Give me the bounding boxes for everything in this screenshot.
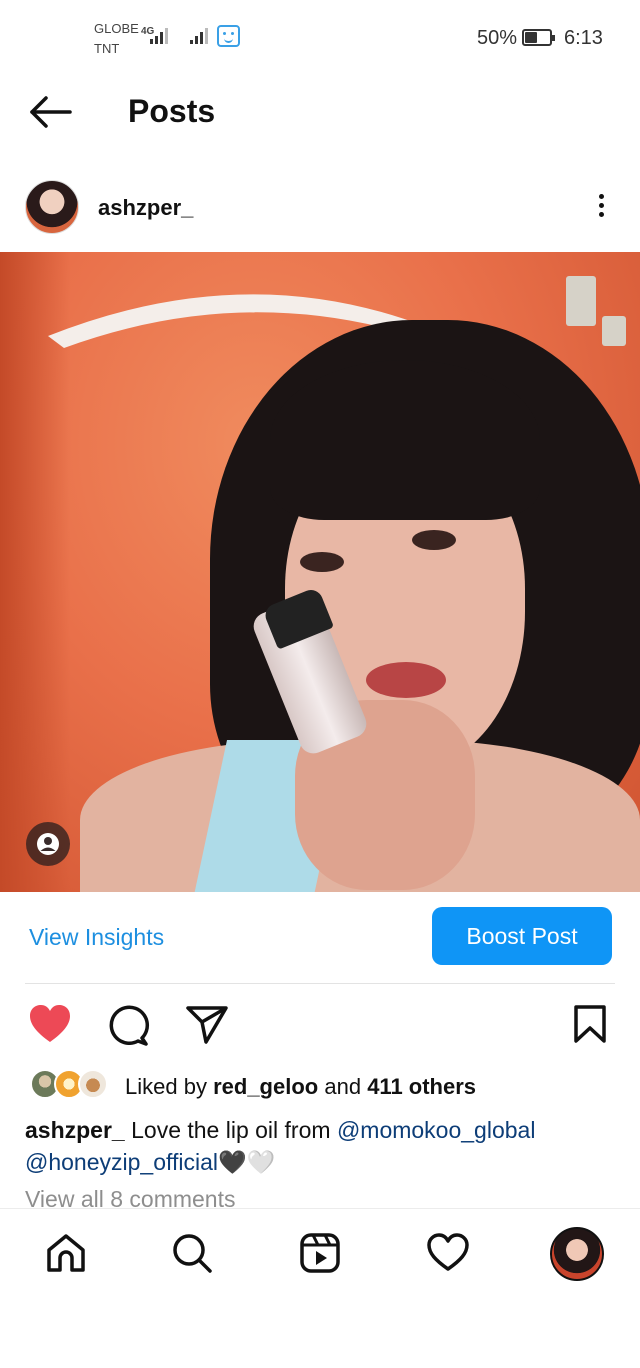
like-button[interactable] [28, 1004, 72, 1049]
clock: 6:13 [564, 27, 603, 49]
nav-profile-avatar[interactable] [550, 1227, 604, 1281]
comment-icon [109, 1005, 150, 1046]
mention-link[interactable]: @honeyzip_official [25, 1149, 218, 1175]
post-header: ashzper_ [0, 164, 640, 250]
view-insights-link[interactable]: View Insights [29, 924, 164, 951]
notification-face-icon [217, 25, 240, 47]
save-button[interactable] [572, 1004, 608, 1049]
search-icon [173, 1234, 212, 1273]
user-tag-button[interactable] [26, 822, 70, 866]
more-dot [598, 203, 604, 208]
nav-search[interactable] [168, 1229, 216, 1277]
carrier-label: GLOBE TNT [94, 19, 139, 59]
heart-outline-icon [427, 1233, 469, 1271]
nav-activity[interactable] [424, 1229, 472, 1277]
battery-percent: 50% [477, 27, 518, 49]
post-username[interactable]: ashzper_ [98, 195, 193, 221]
carrier-line-1: GLOBE [94, 21, 139, 36]
avatar[interactable] [25, 180, 79, 234]
status-bar: GLOBE TNT 4G 50% 6:13 [0, 0, 640, 76]
nav-home[interactable] [42, 1229, 90, 1277]
heart-filled-icon [30, 1005, 70, 1042]
liked-by-prefix: Liked by [125, 1074, 207, 1099]
home-icon [47, 1234, 85, 1272]
eye [300, 552, 344, 572]
post-image[interactable] [0, 252, 640, 892]
caption-username[interactable]: ashzper_ [25, 1117, 125, 1143]
likes-summary: Liked by red_geloo and 411 others [125, 1074, 476, 1100]
eye [412, 530, 456, 550]
caption-emojis: 🖤🤍 [217, 1149, 276, 1175]
back-arrow-icon [30, 96, 72, 128]
more-options-button[interactable] [590, 190, 612, 224]
liked-by-others[interactable]: 411 others [367, 1074, 476, 1099]
insights-row: View Insights Boost Post [0, 892, 640, 984]
likes-row[interactable]: Liked by red_geloo and 411 others [0, 1066, 640, 1106]
lips [366, 662, 446, 698]
more-dot [598, 212, 604, 217]
battery-icon [522, 29, 555, 46]
wall-outlet [602, 316, 626, 346]
send-icon [186, 1006, 228, 1044]
mention-link[interactable]: @momokoo_global [337, 1117, 536, 1143]
signal-icon [150, 26, 168, 44]
reels-icon [300, 1233, 340, 1273]
more-dot [598, 194, 604, 199]
bottom-nav [0, 1208, 640, 1298]
post-caption: ashzper_ Love the lip oil from @momokoo_… [25, 1114, 615, 1178]
caption-text: Love the lip oil from [131, 1117, 331, 1143]
post-actions [0, 996, 640, 1052]
liked-by-user[interactable]: red_geloo [213, 1074, 318, 1099]
divider [25, 983, 615, 984]
page-title: Posts [128, 93, 216, 129]
signal-icon-secondary [190, 26, 208, 44]
boost-post-button[interactable]: Boost Post [432, 907, 612, 965]
liked-by-conjunction: and [324, 1074, 362, 1099]
back-button[interactable] [26, 92, 74, 132]
person-tag-icon [37, 833, 59, 855]
bookmark-icon [574, 1005, 606, 1043]
share-button[interactable] [186, 1004, 228, 1049]
wall-switch [566, 276, 596, 326]
nav-reels[interactable] [296, 1229, 344, 1277]
bangs [270, 360, 540, 520]
top-app-bar: Posts [0, 76, 640, 148]
carrier-line-2: TNT [94, 41, 120, 56]
comment-button[interactable] [106, 1004, 150, 1051]
liker-avatar [78, 1069, 108, 1099]
